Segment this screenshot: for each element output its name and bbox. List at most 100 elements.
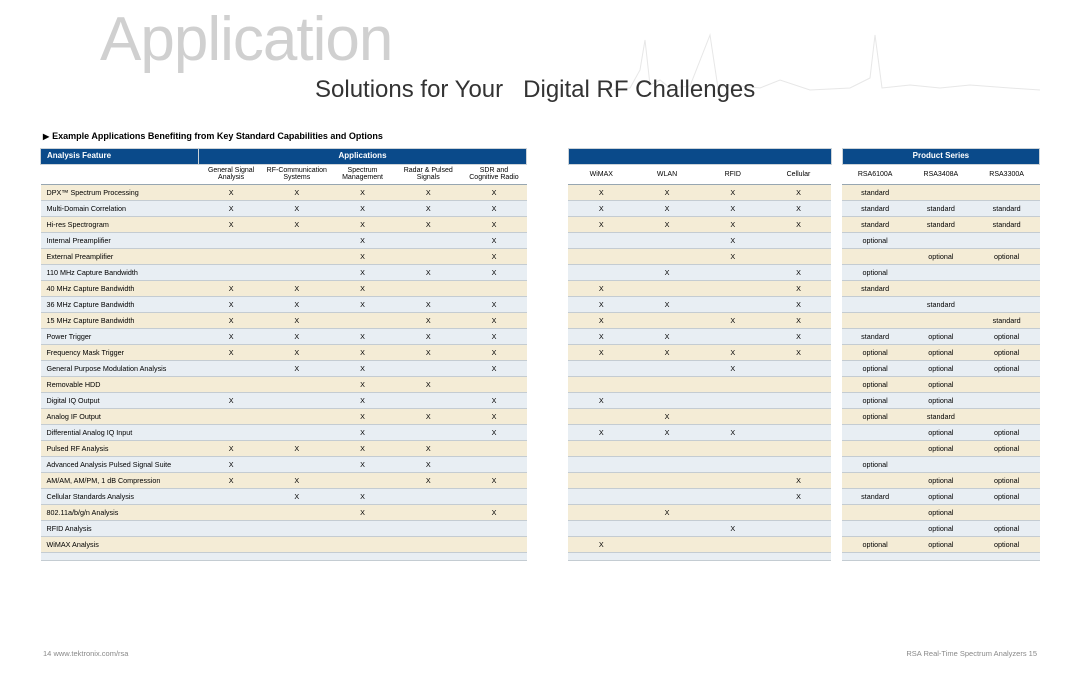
feature-cell: DPX™ Spectrum Processing bbox=[41, 185, 199, 201]
product-cell bbox=[842, 313, 908, 329]
app-cell bbox=[264, 457, 330, 473]
app-cell: X bbox=[330, 185, 396, 201]
app-cell: X bbox=[634, 217, 700, 233]
app-cell: X bbox=[634, 201, 700, 217]
app-cell: X bbox=[700, 521, 766, 537]
table-row: DPX™ Spectrum ProcessingXXXXXXXXXstandar… bbox=[41, 185, 1040, 201]
app-cell: X bbox=[461, 233, 527, 249]
app-cell bbox=[198, 249, 264, 265]
feature-cell: General Purpose Modulation Analysis bbox=[41, 361, 199, 377]
app-cell: X bbox=[700, 361, 766, 377]
feature-cell: Removable HDD bbox=[41, 377, 199, 393]
app-cell: X bbox=[700, 217, 766, 233]
footer-left: 14 www.tektronix.com/rsa bbox=[43, 649, 128, 658]
product-cell: standard bbox=[974, 201, 1040, 217]
app-cell: X bbox=[395, 265, 461, 281]
app-cell bbox=[568, 457, 634, 473]
app-cell bbox=[330, 537, 396, 553]
app-cell: X bbox=[461, 313, 527, 329]
product-cell: optional bbox=[974, 537, 1040, 553]
col-app-0: General SignalAnalysis bbox=[198, 164, 264, 184]
app-cell bbox=[700, 329, 766, 345]
app-cell: X bbox=[330, 249, 396, 265]
app-cell: X bbox=[766, 201, 832, 217]
app-cell bbox=[634, 457, 700, 473]
app-cell: X bbox=[198, 201, 264, 217]
background-title: Application bbox=[100, 4, 392, 75]
feature-cell: 15 MHz Capture Bandwidth bbox=[41, 313, 199, 329]
app-cell bbox=[461, 377, 527, 393]
app-cell bbox=[634, 249, 700, 265]
app-cell: X bbox=[198, 313, 264, 329]
table-row: Pulsed RF AnalysisXXXXoptionaloptional bbox=[41, 441, 1040, 457]
app-cell: X bbox=[264, 201, 330, 217]
col-prod-1: RSA3408A bbox=[908, 164, 974, 184]
product-cell bbox=[974, 409, 1040, 425]
feature-cell: Multi-Domain Correlation bbox=[41, 201, 199, 217]
app-cell: X bbox=[395, 217, 461, 233]
app-cell bbox=[568, 441, 634, 457]
table-row: Cellular Standards AnalysisXXXstandardop… bbox=[41, 489, 1040, 505]
app-cell: X bbox=[395, 441, 461, 457]
product-cell: optional bbox=[908, 473, 974, 489]
col-app-2: SpectrumManagement bbox=[330, 164, 396, 184]
col-app-3: Radar & PulsedSignals bbox=[395, 164, 461, 184]
product-cell bbox=[842, 505, 908, 521]
app-cell: X bbox=[461, 505, 527, 521]
product-cell: optional bbox=[842, 361, 908, 377]
app-cell: X bbox=[766, 473, 832, 489]
feature-cell: 802.11a/b/g/n Analysis bbox=[41, 505, 199, 521]
product-cell: optional bbox=[974, 473, 1040, 489]
app-cell bbox=[766, 409, 832, 425]
col-prod-2: RSA3300A bbox=[974, 164, 1040, 184]
app-cell bbox=[700, 489, 766, 505]
table-row: 15 MHz Capture BandwidthXXXXXXXstandard bbox=[41, 313, 1040, 329]
app-cell bbox=[198, 521, 264, 537]
footer-right: RSA Real-Time Spectrum Analyzers 15 bbox=[906, 649, 1037, 658]
app-cell bbox=[634, 233, 700, 249]
product-cell: optional bbox=[908, 521, 974, 537]
table-row: AM/AM, AM/PM, 1 dB CompressionXXXXXoptio… bbox=[41, 473, 1040, 489]
col-app-7: RFID bbox=[700, 164, 766, 184]
app-cell: X bbox=[330, 329, 396, 345]
app-cell bbox=[330, 521, 396, 537]
app-cell: X bbox=[461, 425, 527, 441]
app-cell bbox=[568, 473, 634, 489]
app-cell bbox=[264, 425, 330, 441]
app-cell bbox=[461, 521, 527, 537]
product-cell: optional bbox=[908, 249, 974, 265]
product-cell: optional bbox=[974, 441, 1040, 457]
app-cell: X bbox=[634, 329, 700, 345]
app-cell bbox=[461, 537, 527, 553]
product-cell: standard bbox=[842, 201, 908, 217]
feature-cell: Frequency Mask Trigger bbox=[41, 345, 199, 361]
app-cell: X bbox=[330, 425, 396, 441]
app-cell bbox=[461, 489, 527, 505]
app-cell bbox=[700, 281, 766, 297]
app-cell: X bbox=[766, 281, 832, 297]
product-cell bbox=[842, 297, 908, 313]
app-cell bbox=[395, 281, 461, 297]
product-cell: standard bbox=[974, 313, 1040, 329]
app-cell bbox=[264, 265, 330, 281]
product-cell bbox=[842, 425, 908, 441]
feature-cell: Internal Preamplifier bbox=[41, 233, 199, 249]
col-prod-0: RSA6100A bbox=[842, 164, 908, 184]
feature-matrix: Analysis Feature Applications Product Se… bbox=[40, 148, 1040, 561]
feature-cell: Differential Analog IQ Input bbox=[41, 425, 199, 441]
app-cell: X bbox=[330, 457, 396, 473]
app-cell bbox=[634, 489, 700, 505]
table-row: RFID AnalysisXoptionaloptional bbox=[41, 521, 1040, 537]
app-cell: X bbox=[700, 425, 766, 441]
app-cell bbox=[395, 393, 461, 409]
app-cell bbox=[634, 281, 700, 297]
app-cell bbox=[634, 361, 700, 377]
app-cell: X bbox=[766, 329, 832, 345]
app-cell bbox=[198, 265, 264, 281]
product-cell bbox=[974, 377, 1040, 393]
app-cell: X bbox=[461, 185, 527, 201]
product-cell: optional bbox=[908, 345, 974, 361]
app-cell bbox=[330, 313, 396, 329]
app-cell: X bbox=[395, 185, 461, 201]
app-cell bbox=[198, 233, 264, 249]
